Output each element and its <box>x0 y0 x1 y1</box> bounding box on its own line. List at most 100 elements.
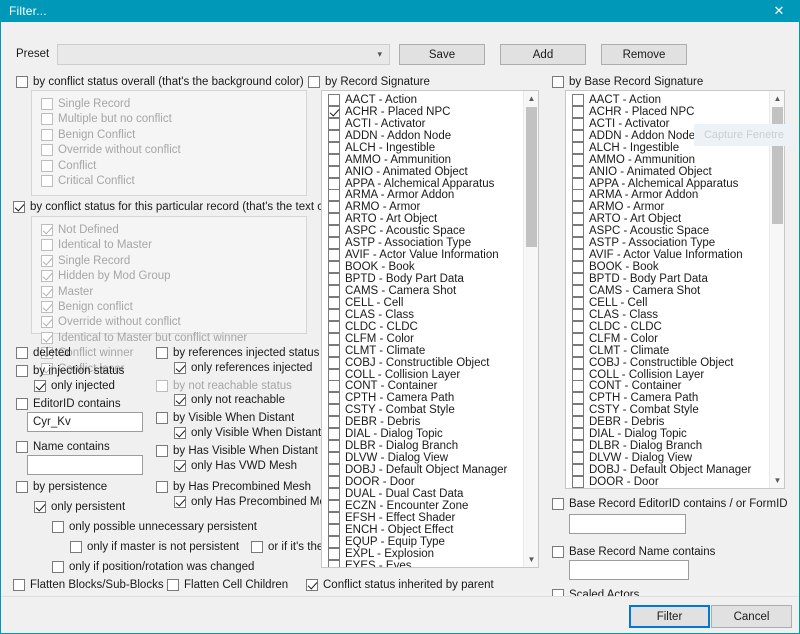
left-option-deleted[interactable]: deleted <box>16 346 71 360</box>
record-status-single-record[interactable]: Single Record <box>41 254 130 268</box>
base-signature-item-armo-armor[interactable]: ARMO - Armor <box>566 201 769 214</box>
mid-option-by-has-precombined-mesh[interactable]: by Has Precombined Mesh <box>156 480 311 494</box>
base-signature-item-cams-camera-shot[interactable]: CAMS - Camera Shot <box>566 284 769 297</box>
scrollbar-thumb[interactable] <box>526 107 537 247</box>
editorid-contains-input[interactable]: Cyr_Kv <box>27 412 143 432</box>
record-status-master[interactable]: Master <box>41 285 93 299</box>
signature-item-cobj-constructible-object[interactable]: COBJ - Constructible Object <box>322 356 523 369</box>
mid-option-only-has-precombined-mesh[interactable]: only Has Precombined Mesh <box>174 495 338 509</box>
signature-item-addn-addon-node[interactable]: ADDN - Addon Node <box>322 129 523 142</box>
record-status-header[interactable]: by conflict status for this particular r… <box>13 200 346 214</box>
overall-status-benign-conflict[interactable]: Benign Conflict <box>41 128 135 142</box>
filter-button[interactable]: Filter <box>629 605 710 628</box>
signature-item-clfm-color[interactable]: CLFM - Color <box>322 332 523 345</box>
record-status-not-defined[interactable]: Not Defined <box>41 223 119 237</box>
base-name-input[interactable] <box>569 560 689 580</box>
cancel-button[interactable]: Cancel <box>711 605 792 628</box>
signature-item-anio-animated-object[interactable]: ANIO - Animated Object <box>322 165 523 178</box>
signature-item-clmt-climate[interactable]: CLMT - Climate <box>322 344 523 357</box>
base-signature-item-arto-art-object[interactable]: ARTO - Art Object <box>566 213 769 226</box>
left-option-only-if-position-rotation-was-changed[interactable]: only if position/rotation was changed <box>52 560 254 574</box>
add-button[interactable]: Add <box>500 44 586 65</box>
record-status-identical-to-master-but-conflict-winner[interactable]: Identical to Master but conflict winner <box>41 331 247 345</box>
signature-item-coll-collision-layer[interactable]: COLL - Collision Layer <box>322 368 523 381</box>
signature-item-cont-container[interactable]: CONT - Container <box>322 380 523 393</box>
record-signature-header[interactable]: by Record Signature <box>308 75 430 89</box>
signature-item-bptd-body-part-data[interactable]: BPTD - Body Part Data <box>322 273 523 286</box>
base-signature-item-achr-placed-npc[interactable]: ACHR - Placed NPC <box>566 105 769 118</box>
mid-option-by-references-injected-status[interactable]: by references injected status <box>156 346 319 360</box>
left-option-only-if-master-is-not-persistent[interactable]: only if master is not persistent <box>70 540 239 554</box>
mid-option-only-visible-when-distant[interactable]: only Visible When Distant <box>174 426 321 440</box>
signature-item-dial-dialog-topic[interactable]: DIAL - Dialog Topic <box>322 428 523 441</box>
signature-item-cpth-camera-path[interactable]: CPTH - Camera Path <box>322 392 523 405</box>
base-signature-item-cobj-constructible-object[interactable]: COBJ - Constructible Object <box>566 356 769 369</box>
left-option-only-possible-unnecessary-persistent[interactable]: only possible unnecessary persistent <box>52 520 257 534</box>
base-record-signature-header[interactable]: by Base Record Signature <box>552 75 703 89</box>
base-signature-item-cell-cell[interactable]: CELL - Cell <box>566 296 769 309</box>
base-signature-item-cldc-cldc[interactable]: CLDC - CLDC <box>566 320 769 333</box>
base-signature-item-anio-animated-object[interactable]: ANIO - Animated Object <box>566 165 769 178</box>
signature-item-book-book[interactable]: BOOK - Book <box>322 261 523 274</box>
base-signature-item-bptd-body-part-data[interactable]: BPTD - Body Part Data <box>566 273 769 286</box>
overall-status-header[interactable]: by conflict status overall (that's the b… <box>16 75 304 89</box>
left-option-editorid-contains[interactable]: EditorID contains <box>16 397 121 411</box>
left-option-by-injection-status[interactable]: by injection status <box>16 364 124 378</box>
base-signature-item-dlvw-dialog-view[interactable]: DLVW - Dialog View <box>566 452 769 465</box>
signature-item-appa-alchemical-apparatus[interactable]: APPA - Alchemical Apparatus <box>322 177 523 190</box>
record-signature-scrollbar[interactable]: ▲ ▼ <box>523 91 538 567</box>
signature-item-aspc-acoustic-space[interactable]: ASPC - Acoustic Space <box>322 225 523 238</box>
record-status-identical-to-master[interactable]: Identical to Master <box>41 238 152 252</box>
base-signature-item-ammo-ammunition[interactable]: AMMO - Ammunition <box>566 153 769 166</box>
mid-option-only-references-injected[interactable]: only references injected <box>174 361 312 375</box>
base-signature-item-coll-collision-layer[interactable]: COLL - Collision Layer <box>566 368 769 381</box>
base-signature-item-dlbr-dialog-branch[interactable]: DLBR - Dialog Branch <box>566 440 769 453</box>
base-signature-item-door-door[interactable]: DOOR - Door <box>566 475 769 488</box>
base-signature-item-dobj-default-object-manager[interactable]: DOBJ - Default Object Manager <box>566 464 769 477</box>
right-option-base-record-editorid-contains-or-formid[interactable]: Base Record EditorID contains / or FormI… <box>552 497 788 511</box>
base-record-signature-listbox[interactable]: AACT - Action ACHR - Placed NPC ACTI - Act… <box>565 90 785 489</box>
mid-option-only-has-vwd-mesh[interactable]: only Has VWD Mesh <box>174 459 297 473</box>
signature-item-clas-class[interactable]: CLAS - Class <box>322 308 523 321</box>
signature-item-door-door[interactable]: DOOR - Door <box>322 475 523 488</box>
signature-item-cell-cell[interactable]: CELL - Cell <box>322 296 523 309</box>
save-button[interactable]: Save <box>399 44 485 65</box>
base-signature-item-avif-actor-value-information[interactable]: AVIF - Actor Value Information <box>566 249 769 262</box>
base-signature-item-cont-container[interactable]: CONT - Container <box>566 380 769 393</box>
left-option-only-persistent[interactable]: only persistent <box>34 500 125 514</box>
mid-option-by-not-reachable-status[interactable]: by not reachable status <box>156 379 292 393</box>
chevron-down-icon[interactable]: ▼ <box>524 552 538 567</box>
remove-button[interactable]: Remove <box>601 44 687 65</box>
signature-item-dlbr-dialog-branch[interactable]: DLBR - Dialog Branch <box>322 440 523 453</box>
base-signature-item-arma-armor-addon[interactable]: ARMA - Armor Addon <box>566 189 769 202</box>
overall-status-single-record[interactable]: Single Record <box>41 97 130 111</box>
signature-item-eczn-encounter-zone[interactable]: ECZN - Encounter Zone <box>322 499 523 512</box>
base-signature-item-appa-alchemical-apparatus[interactable]: APPA - Alchemical Apparatus <box>566 177 769 190</box>
close-icon[interactable]: ✕ <box>758 0 800 22</box>
base-signature-item-clfm-color[interactable]: CLFM - Color <box>566 332 769 345</box>
base-signature-item-dial-dialog-topic[interactable]: DIAL - Dialog Topic <box>566 428 769 441</box>
bottom-option-flatten-cell-children[interactable]: Flatten Cell Children <box>167 578 288 592</box>
base-signature-item-aspc-acoustic-space[interactable]: ASPC - Acoustic Space <box>566 225 769 238</box>
left-option-by-persistence[interactable]: by persistence <box>16 480 107 494</box>
base-editorid-input[interactable] <box>569 514 686 534</box>
base-signature-item-book-book[interactable]: BOOK - Book <box>566 261 769 274</box>
base-signature-item-cpth-camera-path[interactable]: CPTH - Camera Path <box>566 392 769 405</box>
preset-combobox[interactable]: ▾ <box>57 44 390 65</box>
record-status-override-without-conflict[interactable]: Override without conflict <box>41 315 181 329</box>
signature-item-ench-object-effect[interactable]: ENCH - Object Effect <box>322 523 523 536</box>
signature-item-avif-actor-value-information[interactable]: AVIF - Actor Value Information <box>322 249 523 262</box>
signature-item-achr-placed-npc[interactable]: ACHR - Placed NPC <box>322 105 523 118</box>
record-status-benign-conflict[interactable]: Benign conflict <box>41 300 133 314</box>
overall-status-override-without-conflict[interactable]: Override without conflict <box>41 143 181 157</box>
chevron-up-icon[interactable]: ▲ <box>524 91 538 106</box>
signature-item-equp-equip-type[interactable]: EQUP - Equip Type <box>322 535 523 548</box>
right-option-base-record-name-contains[interactable]: Base Record Name contains <box>552 545 715 559</box>
base-signature-item-debr-debris[interactable]: DEBR - Debris <box>566 416 769 429</box>
signature-item-aact-action[interactable]: AACT - Action <box>322 93 523 106</box>
base-signature-item-astp-association-type[interactable]: ASTP - Association Type <box>566 237 769 250</box>
overall-status-critical-conflict[interactable]: Critical Conflict <box>41 174 135 188</box>
mid-option-by-visible-when-distant[interactable]: by Visible When Distant <box>156 411 294 425</box>
left-option-only-injected[interactable]: only injected <box>34 379 115 393</box>
signature-item-armo-armor[interactable]: ARMO - Armor <box>322 201 523 214</box>
